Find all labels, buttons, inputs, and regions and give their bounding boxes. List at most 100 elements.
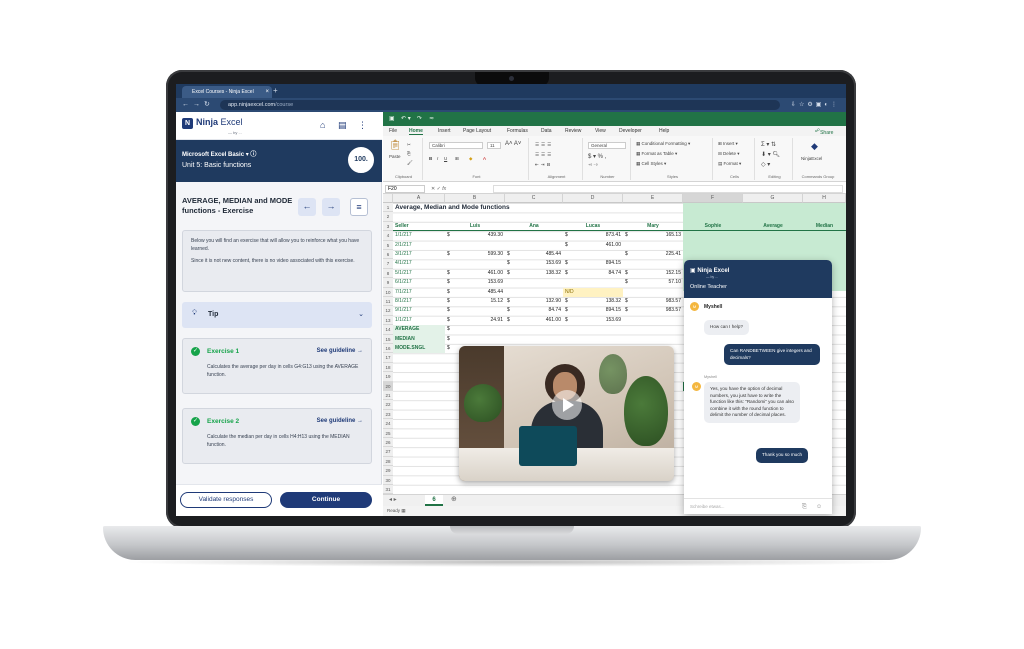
row-header[interactable]: 15 bbox=[383, 334, 393, 344]
row-header[interactable]: 3 bbox=[383, 221, 393, 232]
font-grow-icon[interactable]: A˄ A˅ bbox=[505, 141, 521, 147]
row-header[interactable]: 19 bbox=[383, 372, 393, 382]
table-cell[interactable]: 9/1/217 bbox=[393, 306, 414, 315]
row-header[interactable]: 8 bbox=[383, 268, 393, 279]
currency-cell[interactable]: $ bbox=[445, 325, 452, 334]
currency-cell[interactable]: $ bbox=[445, 335, 452, 344]
row-header[interactable]: 27 bbox=[383, 447, 393, 457]
table-cell[interactable]: 873.41 bbox=[563, 231, 623, 240]
more-vertical-icon[interactable]: ⋮ bbox=[358, 120, 367, 130]
sheet-title[interactable]: Average, Median and Mode functions bbox=[393, 203, 512, 212]
table-cell[interactable]: 152.15 bbox=[623, 269, 683, 278]
indent-icon[interactable]: ⇤⇥⊟ bbox=[535, 162, 552, 168]
table-header-cell[interactable]: Lucas bbox=[563, 222, 623, 232]
menu-page-layout[interactable]: Page Layout bbox=[463, 128, 491, 134]
row-header[interactable]: 9 bbox=[383, 278, 393, 288]
row-header[interactable]: 17 bbox=[383, 353, 393, 363]
table-cell[interactable]: 84.74 bbox=[563, 269, 623, 278]
table-header-cell[interactable]: Luis bbox=[445, 222, 505, 232]
copy-icon[interactable]: ⎘ bbox=[407, 151, 411, 156]
browser-tab[interactable]: Excel Courses - Ninja Excel × bbox=[182, 86, 272, 98]
table-cell[interactable]: 461.00 bbox=[505, 316, 563, 325]
home-icon[interactable]: ⌂ bbox=[320, 120, 325, 130]
menu-help[interactable]: Help bbox=[659, 128, 669, 134]
table-cell[interactable]: 15.12 bbox=[445, 297, 505, 306]
table-cell[interactable]: 983.57 bbox=[623, 297, 683, 306]
cut-icon[interactable]: ✂ bbox=[407, 142, 411, 148]
table-cell[interactable]: 57.10 bbox=[623, 278, 683, 287]
reload-icon[interactable]: ↻ bbox=[204, 101, 210, 109]
table-cell[interactable]: 153.69 bbox=[563, 316, 623, 325]
back-icon[interactable]: ← bbox=[182, 101, 189, 109]
row-header[interactable]: 22 bbox=[383, 400, 393, 410]
row-header[interactable]: 5 bbox=[383, 240, 393, 250]
table-cell[interactable]: N/D bbox=[563, 287, 623, 297]
summary-label[interactable]: AVERAGE bbox=[393, 325, 445, 335]
summary-label[interactable]: MODE.SNGL bbox=[393, 344, 445, 354]
redo-icon[interactable]: ↷ bbox=[417, 115, 422, 122]
row-header[interactable]: 16 bbox=[383, 344, 393, 354]
table-header-cell[interactable]: Sophie bbox=[683, 222, 743, 232]
video-player[interactable] bbox=[459, 346, 674, 481]
table-cell[interactable]: 461.00 bbox=[445, 269, 505, 278]
table-cell[interactable]: 2/1/217 bbox=[393, 241, 414, 250]
address-bar[interactable]: app.ninjaexcel.com/course bbox=[220, 100, 780, 110]
row-header[interactable]: 29 bbox=[383, 466, 393, 476]
menu-developer[interactable]: Developer bbox=[619, 128, 642, 134]
delete-cells-button[interactable]: ⊟ Delete ▾ bbox=[718, 151, 740, 157]
column-header[interactable]: B bbox=[445, 194, 505, 203]
table-cell[interactable]: 1/1/217 bbox=[393, 231, 414, 240]
name-box[interactable]: F20 bbox=[385, 185, 425, 193]
ninja-addin-icon[interactable]: ◆ bbox=[811, 141, 818, 152]
menu-formulas[interactable]: Formulas bbox=[507, 128, 528, 134]
course-selector[interactable]: Microsoft Excel Basic ▾ ⓘ bbox=[182, 149, 256, 158]
number-format-select[interactable]: General bbox=[588, 142, 626, 149]
row-header[interactable]: 18 bbox=[383, 362, 393, 373]
row-header[interactable]: 4 bbox=[383, 231, 393, 241]
save-icon[interactable]: ▣ bbox=[389, 115, 395, 122]
menu-insert[interactable]: Insert bbox=[438, 128, 451, 134]
chat-input[interactable]: Schreibe etwas... ⎘ ☺ bbox=[684, 498, 832, 514]
table-cell[interactable]: 84.74 bbox=[505, 306, 563, 315]
italic-icon[interactable]: I bbox=[437, 156, 438, 161]
autosum-icon[interactable]: Σ ▾ ⇅ bbox=[761, 141, 776, 148]
table-cell[interactable]: 225.41 bbox=[623, 250, 683, 259]
paste-icon[interactable]: 📋︎ bbox=[389, 140, 402, 151]
continue-button[interactable]: Continue bbox=[280, 492, 372, 508]
font-color-icon[interactable]: A bbox=[483, 156, 486, 161]
decimal-icon[interactable]: ⁺⁰ ⁻⁰ bbox=[588, 163, 598, 169]
fill-icon[interactable]: ⬇ ▾ 🔍︎ bbox=[761, 151, 780, 158]
enter-icon[interactable]: ✓ bbox=[437, 186, 441, 192]
align-left-icon[interactable]: ☰☰☰ bbox=[535, 152, 553, 158]
summary-label[interactable]: MEDIAN bbox=[393, 334, 445, 344]
column-header[interactable]: E bbox=[623, 194, 683, 203]
see-guideline-link[interactable]: See guideline → bbox=[317, 348, 363, 354]
select-all-corner[interactable] bbox=[383, 194, 393, 203]
column-header[interactable]: A bbox=[393, 194, 445, 203]
add-sheet-icon[interactable]: ⊕ bbox=[451, 495, 457, 503]
table-cell[interactable]: 894.15 bbox=[563, 259, 623, 268]
row-header[interactable]: 7 bbox=[383, 259, 393, 269]
cell-styles-button[interactable]: ▦ Cell Styles ▾ bbox=[636, 161, 666, 167]
menu-home[interactable]: Home bbox=[409, 128, 423, 135]
paste-label[interactable]: Paste bbox=[389, 154, 401, 159]
row-header[interactable]: 21 bbox=[383, 391, 393, 401]
clear-icon[interactable]: ◇ ▾ bbox=[761, 161, 770, 168]
column-header[interactable]: D bbox=[563, 194, 623, 203]
table-cell[interactable]: 4/1/217 bbox=[393, 259, 414, 268]
insert-cells-button[interactable]: ⊞ Insert ▾ bbox=[718, 141, 738, 147]
chat-icon[interactable]: ▤ bbox=[338, 120, 347, 130]
table-cell[interactable]: 485.44 bbox=[445, 288, 505, 297]
table-cell[interactable]: 983.57 bbox=[623, 306, 683, 315]
table-cell[interactable]: 5/1/217 bbox=[393, 269, 414, 278]
underline-icon[interactable]: U bbox=[444, 156, 447, 161]
undo-icon[interactable]: ↶ ▾ bbox=[401, 115, 411, 122]
table-cell[interactable]: 7/1/217 bbox=[393, 288, 414, 297]
formula-input[interactable] bbox=[493, 185, 843, 193]
row-header[interactable]: 6 bbox=[383, 250, 393, 260]
column-header[interactable]: H bbox=[803, 194, 846, 203]
row-header[interactable]: 31 bbox=[383, 485, 393, 495]
currency-cell[interactable]: $ bbox=[445, 344, 452, 353]
validate-button[interactable]: Validate responses bbox=[180, 492, 272, 508]
next-lesson-button[interactable]: → bbox=[322, 198, 340, 216]
